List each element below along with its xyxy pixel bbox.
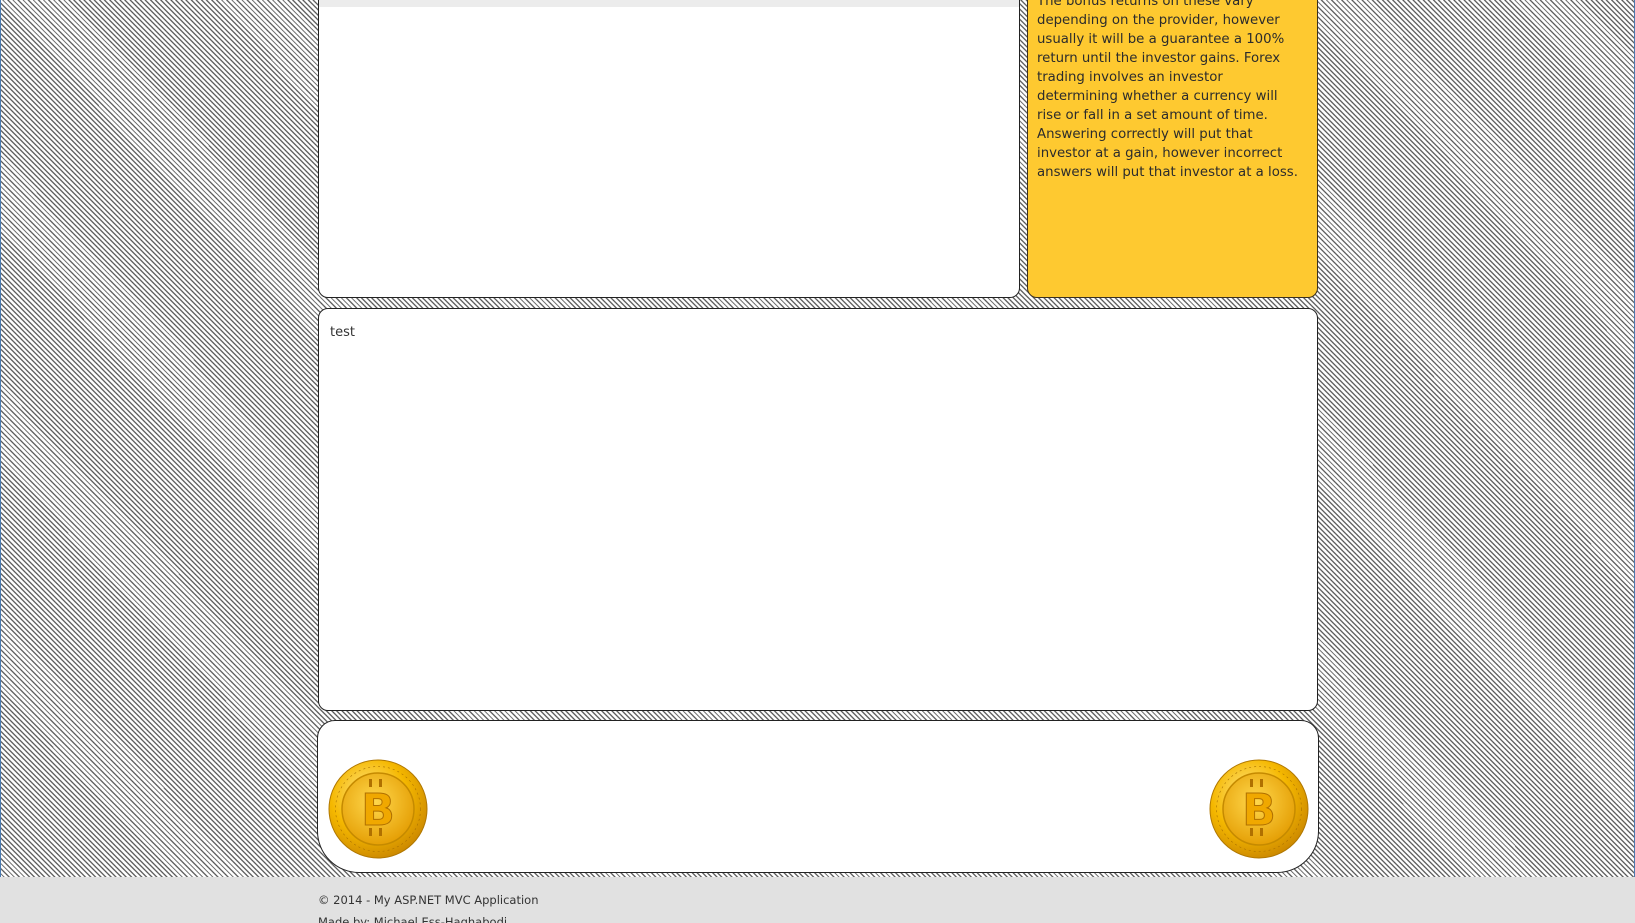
content-panel-main: test	[318, 308, 1318, 711]
banner-panel: B B	[317, 720, 1319, 873]
footer-made-by: Made by: Michael Ess-Haghabodi	[318, 915, 508, 923]
page-footer: © 2014 - My ASP.NET MVC Application Made…	[0, 877, 1635, 923]
bitcoin-coin-icon: B	[1209, 759, 1309, 859]
content-panel-header-strip	[319, 0, 1019, 7]
footer-copyright: © 2014 - My ASP.NET MVC Application	[318, 893, 539, 907]
window-left-border	[0, 0, 1, 877]
main-panel-text: test	[330, 325, 355, 340]
sidebar-text: along with the other currency pairs. The…	[1037, 0, 1298, 180]
info-sidebar: along with the other currency pairs. The…	[1027, 0, 1318, 298]
content-panel-top	[318, 0, 1020, 298]
bitcoin-coin-icon: B	[328, 759, 428, 859]
coin-symbol: B	[361, 785, 395, 836]
coin-symbol: B	[1242, 785, 1276, 836]
